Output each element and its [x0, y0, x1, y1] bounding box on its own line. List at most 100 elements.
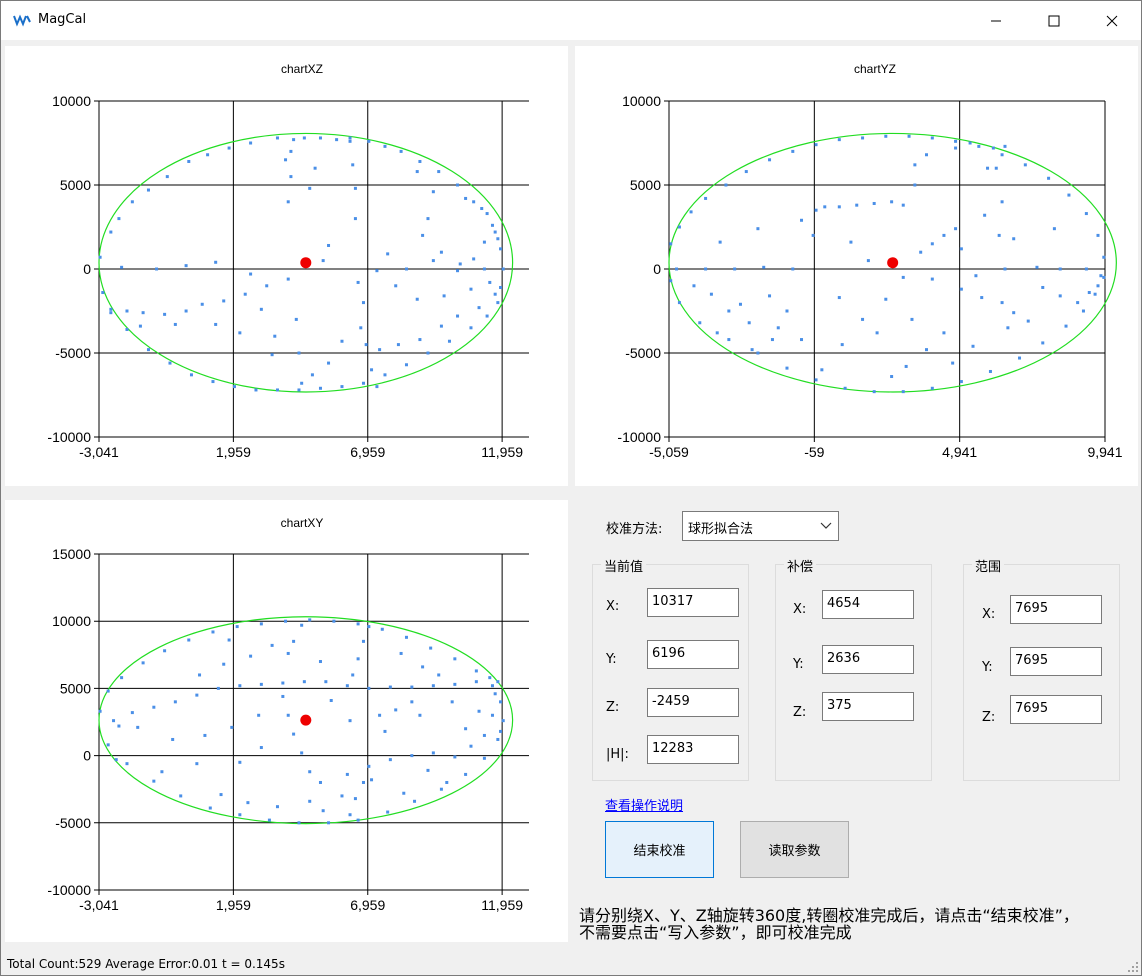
offset-y-label: Y:	[793, 657, 804, 672]
data-point	[884, 134, 888, 138]
x-tick-label: 9,941	[1087, 444, 1122, 460]
data-point	[872, 201, 876, 205]
data-point	[300, 381, 304, 385]
range-z-field[interactable]: 7695	[1010, 695, 1102, 724]
data-point	[756, 227, 760, 231]
data-point	[340, 794, 344, 798]
data-point	[383, 144, 387, 148]
data-point	[426, 217, 430, 221]
data-point	[482, 240, 486, 244]
data-point	[1064, 324, 1068, 328]
current-h-field[interactable]: 12283	[647, 735, 739, 764]
data-point	[249, 654, 253, 658]
data-point	[267, 818, 271, 822]
data-point	[308, 799, 312, 803]
data-point	[456, 269, 460, 273]
data-point	[901, 203, 905, 207]
data-point	[289, 175, 293, 179]
close-button[interactable]	[1083, 1, 1141, 40]
offset-x-field[interactable]: 4654	[822, 590, 914, 619]
current-z-field[interactable]: -2459	[647, 688, 739, 717]
data-point	[418, 713, 422, 717]
data-point	[187, 159, 191, 163]
data-point	[348, 813, 352, 817]
data-point	[173, 700, 177, 704]
data-point	[383, 729, 387, 733]
window-title: MagCal	[38, 12, 87, 27]
data-point	[418, 338, 422, 342]
data-point	[437, 673, 441, 677]
method-select[interactable]: 球形拟合法	[682, 511, 839, 541]
data-point	[117, 217, 121, 221]
data-point	[901, 390, 905, 394]
data-point	[136, 725, 140, 729]
data-point	[227, 638, 231, 642]
data-point	[442, 294, 446, 298]
data-point	[884, 297, 888, 301]
y-tick-label: 10000	[622, 93, 661, 109]
data-point	[380, 627, 384, 631]
data-point	[114, 758, 118, 762]
data-point	[1000, 153, 1004, 157]
data-point	[235, 625, 239, 629]
data-point	[415, 297, 419, 301]
read-params-button[interactable]: 读取参数	[740, 821, 849, 878]
data-point	[988, 369, 992, 373]
data-point	[259, 682, 263, 686]
data-point	[1084, 212, 1088, 216]
resize-grip-icon[interactable]	[1127, 961, 1139, 973]
y-tick-label: -5000	[55, 815, 91, 831]
data-point	[106, 743, 110, 747]
data-point	[208, 806, 212, 810]
data-point	[112, 719, 116, 723]
data-point	[421, 233, 425, 237]
minimize-button[interactable]	[967, 1, 1025, 40]
data-point	[930, 386, 934, 390]
data-point	[837, 296, 841, 300]
x-tick-label: 6,959	[350, 444, 385, 460]
data-point	[669, 242, 673, 246]
data-point	[1102, 255, 1106, 259]
data-point	[383, 373, 387, 377]
data-point	[429, 646, 433, 650]
data-point	[348, 719, 352, 723]
data-point	[747, 321, 751, 325]
data-point	[689, 210, 693, 214]
data-point	[1003, 267, 1007, 271]
data-point	[340, 385, 344, 389]
offset-z-field[interactable]: 375	[822, 692, 914, 721]
data-point	[930, 136, 934, 140]
data-point	[1087, 291, 1091, 295]
data-point	[482, 733, 486, 737]
data-point	[284, 619, 288, 623]
data-point	[814, 378, 818, 382]
data-point	[211, 380, 215, 384]
data-point	[1023, 163, 1027, 167]
data-point	[265, 284, 269, 288]
data-point	[270, 353, 274, 357]
x-tick-label: -3,041	[79, 444, 119, 460]
data-point	[1052, 227, 1056, 231]
data-point	[214, 260, 218, 264]
current-x-field[interactable]: 10317	[647, 588, 739, 617]
range-x-field[interactable]: 7695	[1010, 595, 1102, 624]
data-point	[453, 657, 457, 661]
chart-title: chartXY	[281, 516, 324, 530]
data-point	[485, 314, 489, 318]
data-point	[837, 138, 841, 142]
data-point	[302, 680, 306, 684]
range-y-field[interactable]: 7695	[1010, 647, 1102, 676]
data-point	[356, 280, 360, 284]
current-y-field[interactable]: 6196	[647, 640, 739, 669]
maximize-button[interactable]	[1025, 1, 1083, 40]
data-point	[1041, 285, 1045, 289]
help-link[interactable]: 查看操作说明	[605, 795, 683, 814]
data-point	[1006, 326, 1010, 330]
data-point	[762, 265, 766, 269]
offset-y-field[interactable]: 2636	[822, 645, 914, 674]
data-point	[273, 334, 277, 338]
data-point	[469, 326, 473, 330]
data-point	[431, 259, 435, 263]
data-point	[386, 810, 390, 814]
finish-calibration-button[interactable]: 结束校准	[605, 821, 714, 878]
